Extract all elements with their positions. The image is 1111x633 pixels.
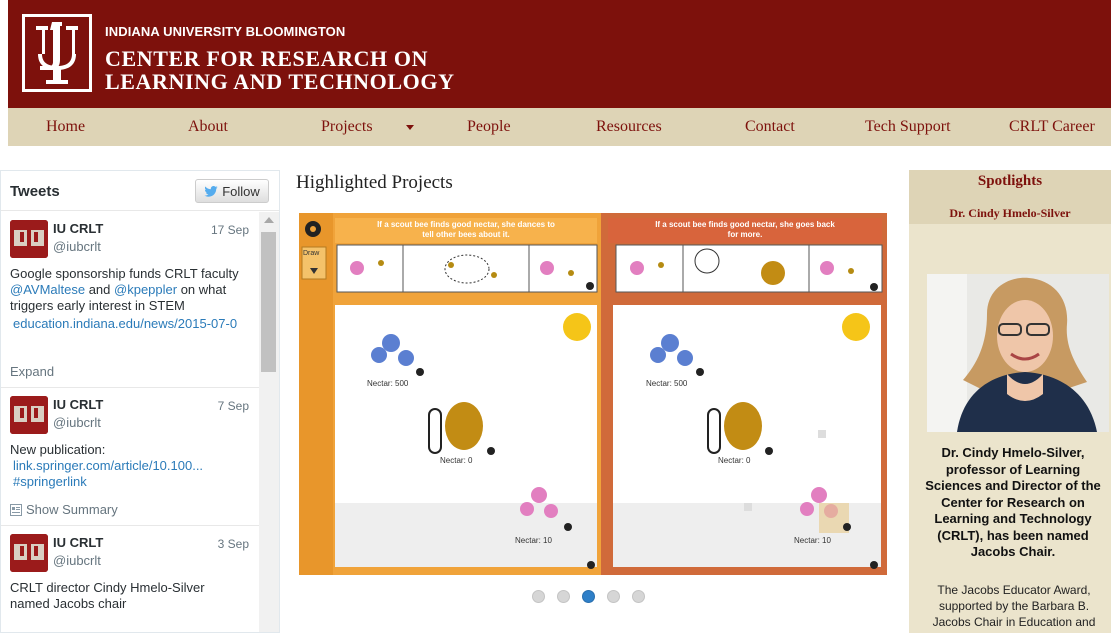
iu-crlt-avatar-icon: [10, 220, 48, 258]
tweet-author[interactable]: IU CRLT: [53, 221, 103, 236]
carousel-dot[interactable]: [632, 590, 645, 603]
follow-label: Follow: [222, 183, 260, 199]
spotlight-person-name[interactable]: Dr. Cindy Hmelo-Silver: [909, 206, 1111, 221]
tweet-handle[interactable]: @iubcrlt: [53, 415, 101, 430]
show-summary-label: Show Summary: [26, 502, 118, 517]
twitter-header: Tweets Follow: [1, 171, 279, 211]
nav-people[interactable]: People: [467, 108, 511, 146]
summary-card-icon: [10, 503, 22, 516]
nectar-label: Nectar: 0: [718, 456, 751, 465]
nectar-label: Nectar: 10: [794, 536, 831, 545]
spotlights-title: Spotlights: [977, 173, 1043, 189]
tweet-handle[interactable]: @iubcrlt: [53, 239, 101, 254]
nav-home[interactable]: Home: [46, 108, 85, 146]
tweet-text: New publication: link.springer.com/artic…: [10, 442, 250, 490]
follow-button[interactable]: Follow: [195, 179, 269, 203]
nav-about[interactable]: About: [188, 108, 228, 146]
iu-trident-logo[interactable]: [22, 14, 92, 92]
nav-projects[interactable]: Projects: [321, 108, 373, 146]
tweet-author[interactable]: IU CRLT: [53, 535, 103, 550]
tweet-date[interactable]: 7 Sep: [218, 399, 249, 413]
center-title[interactable]: CENTER FOR RESEARCH ON LEARNING AND TECH…: [105, 47, 455, 93]
spotlight-bio: The Jacobs Educator Award, supported by …: [932, 583, 1096, 629]
center-title-line2: LEARNING AND TECHNOLOGY: [105, 69, 455, 94]
twitter-bird-icon: [204, 185, 218, 197]
mention-link[interactable]: @AVMaltese: [10, 282, 85, 297]
tweet-text: Google sponsorship funds CRLT faculty @A…: [10, 266, 250, 332]
carousel-dot[interactable]: [557, 590, 570, 603]
center-title-line1: CENTER FOR RESEARCH ON: [105, 46, 429, 71]
scroll-up-arrow-icon[interactable]: [264, 217, 274, 223]
tweet-text-part: Google sponsorship funds CRLT faculty: [10, 266, 239, 281]
carousel-dot[interactable]: [532, 590, 545, 603]
mention-link[interactable]: @kpeppler: [114, 282, 177, 297]
nav-crlt-career[interactable]: CRLT Career: [1009, 108, 1095, 146]
spotlight-photo[interactable]: [927, 274, 1109, 432]
twitter-timeline: Tweets Follow IU CRLT @iubcrlt 17 Sep Go…: [0, 170, 280, 633]
avatar[interactable]: [10, 220, 48, 258]
avatar[interactable]: [10, 396, 48, 434]
tweet-author[interactable]: IU CRLT: [53, 397, 103, 412]
right-caption-line2: for more.: [727, 230, 763, 239]
carousel-dots: [532, 590, 645, 606]
hashtag-link[interactable]: #springerlink: [13, 474, 250, 490]
left-caption-line1: If a scout bee finds good nectar, she da…: [377, 220, 555, 229]
nectar-label: Nectar: 500: [646, 379, 688, 388]
iu-crlt-avatar-icon: [10, 534, 48, 572]
nectar-label: Nectar: 500: [367, 379, 409, 388]
tweet-text-part: New publication:: [10, 442, 106, 457]
tweet-list: IU CRLT @iubcrlt 17 Sep Google sponsorsh…: [1, 212, 259, 632]
nav-contact[interactable]: Contact: [745, 108, 795, 146]
carousel-dot[interactable]: [607, 590, 620, 603]
tweet-date[interactable]: 3 Sep: [218, 537, 249, 551]
avatar[interactable]: [10, 534, 48, 572]
carousel-dot-active[interactable]: [582, 590, 595, 603]
tweet-item[interactable]: IU CRLT @iubcrlt 3 Sep CRLT director Cin…: [1, 526, 259, 632]
tweet-text: CRLT director Cindy Hmelo-Silver named J…: [10, 580, 205, 611]
main-nav: Home About Projects People Resources Con…: [8, 108, 1111, 146]
show-summary-link[interactable]: Show Summary: [10, 502, 118, 517]
caret-down-icon[interactable]: [406, 125, 414, 130]
left-caption: If a scout bee finds good nectar, she da…: [337, 220, 595, 240]
nav-tech-support[interactable]: Tech Support: [865, 108, 951, 146]
tweet-item[interactable]: IU CRLT @iubcrlt 17 Sep Google sponsorsh…: [1, 212, 259, 388]
nav-resources[interactable]: Resources: [596, 108, 662, 146]
tweet-text-part: and: [85, 282, 115, 297]
site-header: INDIANA UNIVERSITY BLOOMINGTON CENTER FO…: [8, 0, 1111, 108]
tweet-item[interactable]: IU CRLT @iubcrlt 7 Sep New publication: …: [1, 388, 259, 526]
expand-link[interactable]: Expand: [10, 364, 54, 379]
university-name: INDIANA UNIVERSITY BLOOMINGTON: [105, 24, 346, 39]
nectar-label: Nectar: 10: [515, 536, 552, 545]
bee-simulation-image: [299, 213, 887, 575]
tweet-url[interactable]: link.springer.com/article/10.100...: [13, 458, 250, 474]
iu-crlt-avatar-icon: [10, 396, 48, 434]
right-caption: If a scout bee finds good nectar, she go…: [610, 220, 880, 240]
tweets-scrollbar[interactable]: [259, 212, 279, 632]
tweet-handle[interactable]: @iubcrlt: [53, 553, 101, 568]
draw-label[interactable]: Draw: [303, 250, 319, 257]
tweets-title: Tweets: [10, 183, 60, 200]
project-slide[interactable]: If a scout bee finds good nectar, she da…: [299, 213, 887, 575]
scroll-thumb[interactable]: [261, 232, 276, 372]
spotlights-panel: Spotlights Dr. Cindy Hmelo-Silver Dr. Ci…: [909, 170, 1111, 633]
tweet-date[interactable]: 17 Sep: [211, 223, 249, 237]
highlighted-projects-title: Highlighted Projects: [296, 172, 453, 193]
right-caption-line1: If a scout bee finds good nectar, she go…: [655, 220, 835, 229]
spotlights-header: Spotlights Dr. Cindy Hmelo-Silver: [909, 170, 1111, 224]
spotlight-bio-bold: Dr. Cindy Hmelo-Silver, professor of Lea…: [925, 445, 1101, 559]
left-caption-line2: tell other bees about it.: [422, 230, 510, 239]
nectar-label: Nectar: 0: [440, 456, 473, 465]
tweet-url[interactable]: education.indiana.edu/news/2015-07-0: [13, 316, 250, 332]
